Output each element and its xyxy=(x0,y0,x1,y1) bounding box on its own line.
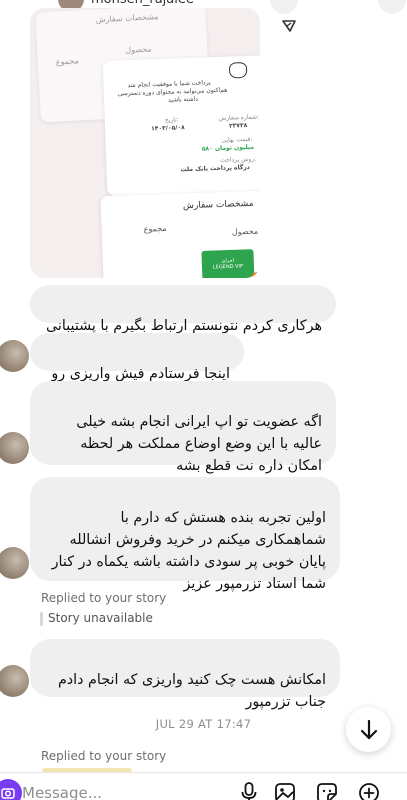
replied-to-story-label: Replied to your story xyxy=(41,591,167,605)
add-icon xyxy=(359,783,379,800)
product-badge-line-2: LEGEND VIP xyxy=(212,263,244,271)
payment-receipt-card: پرداخت شما با موفقیت انجام شد هم‌اکنون م… xyxy=(102,55,260,196)
product-badge: اجرای LEGEND VIP xyxy=(201,249,255,278)
sticker-button[interactable] xyxy=(314,781,340,800)
payment-method: درگاه پرداخت بانک ملت xyxy=(180,163,250,174)
message-text: امکانش هست چک کنید واریزی که انجام دادم … xyxy=(57,672,326,710)
camera-button[interactable] xyxy=(0,779,22,800)
sticker-icon xyxy=(317,783,337,800)
message-composer xyxy=(0,772,407,800)
date-label: تاریخ: xyxy=(164,116,179,124)
shared-photo[interactable]: مشخصات سفارش محصول مجموع پرداخت شما با م… xyxy=(30,8,260,278)
order-number-label: شماره سفارش: xyxy=(218,113,260,122)
cat-logo-icon xyxy=(228,61,248,79)
order-number: ۲۳۷۳۸ xyxy=(228,121,248,130)
sender-avatar[interactable] xyxy=(0,432,29,464)
gallery-button[interactable] xyxy=(272,781,298,800)
message-bubble[interactable]: اگه عضویت تو اپ ایرانی انجام بشه خیلی عا… xyxy=(30,381,336,474)
call-button[interactable] xyxy=(270,0,298,14)
arrow-down-icon xyxy=(360,719,377,739)
message-bubble[interactable]: هرکاری کردم نتونستم ارتباط بگیرم با پشتی… xyxy=(30,285,336,334)
back-card-total: محصول xyxy=(125,44,152,55)
message-text: اولین تجربه بنده هستش که دارم با شماهمکا… xyxy=(51,510,326,592)
microphone-icon xyxy=(241,782,257,800)
back-card-title: مشخصات سفارش xyxy=(95,12,159,25)
back-card-subtotal: مجموع xyxy=(55,56,80,67)
final-price: ۵۸۰ میلیون تومان xyxy=(201,143,255,153)
order-total-label: مجموع xyxy=(143,223,167,234)
message-input[interactable] xyxy=(22,778,232,800)
gallery-icon xyxy=(275,783,295,800)
message-bubble[interactable]: اولین تجربه بنده هستش که دارم با شماهمکا… xyxy=(30,477,340,592)
message-text: هرکاری کردم نتونستم ارتباط بگیرم با پشتی… xyxy=(45,318,322,334)
message-text: اینجا فرستادم فیش واریزی رو xyxy=(51,366,230,382)
header-username[interactable]: mohsen_rajaiee xyxy=(91,0,194,7)
add-button[interactable] xyxy=(356,781,382,800)
date-value: ۱۴۰۳/۰۵/۰۸ xyxy=(150,124,185,133)
message-bubble[interactable]: امکانش هست چک کنید واریزی که انجام دادم … xyxy=(30,639,340,710)
video-call-button[interactable] xyxy=(378,0,406,14)
scroll-to-bottom-button[interactable] xyxy=(346,707,391,752)
story-unavailable-label[interactable]: Story unavailable xyxy=(48,611,153,625)
order-details-title: مشخصات سفارش xyxy=(182,198,254,212)
sender-avatar[interactable] xyxy=(0,547,29,579)
microphone-button[interactable] xyxy=(236,781,262,800)
story-reply-divider xyxy=(40,612,43,626)
replied-to-story-label: Replied to your story xyxy=(41,749,167,763)
order-product-label: محصول xyxy=(231,226,259,237)
message-bubble[interactable]: اینجا فرستادم فیش واریزی رو xyxy=(30,333,244,382)
final-price-label: قیمت نهایی: xyxy=(221,135,253,144)
send-filter-icon[interactable] xyxy=(281,18,297,34)
sender-avatar[interactable] xyxy=(0,665,29,697)
camera-icon xyxy=(1,788,15,799)
receipt-line-3: داشته باشید xyxy=(167,95,199,104)
payment-method-label: روش پرداخت: xyxy=(220,155,257,164)
message-text: اگه عضویت تو اپ ایرانی انجام بشه خیلی عا… xyxy=(76,414,322,474)
sender-avatar[interactable] xyxy=(0,340,29,372)
